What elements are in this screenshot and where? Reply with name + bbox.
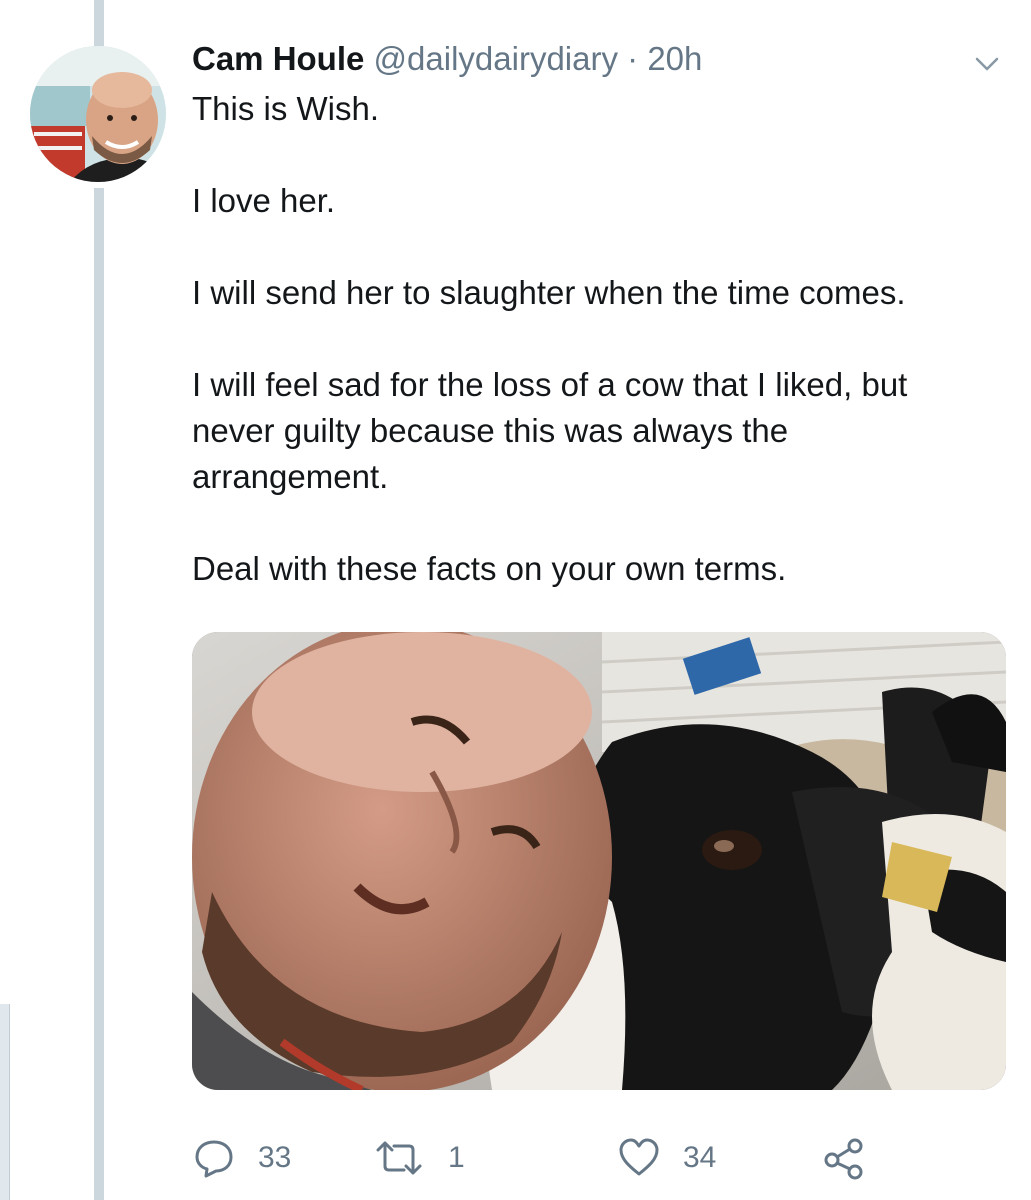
reply-button[interactable]: 33 — [192, 1136, 291, 1180]
tweet-actions: 33 1 34 — [192, 1136, 992, 1186]
avatar[interactable] — [30, 46, 166, 182]
tweet-paragraph: This is Wish. — [192, 90, 380, 127]
avatar-photo — [30, 46, 166, 182]
tweet-text: This is Wish. I love her. I will send he… — [192, 86, 992, 592]
like-count: 34 — [683, 1141, 717, 1174]
reply-count: 33 — [258, 1141, 292, 1174]
author-handle[interactable]: @dailydairydiary — [374, 40, 618, 77]
tweet-header: Cam Houle @dailydairydiary · 20h — [192, 40, 971, 78]
chevron-down-icon — [975, 57, 999, 71]
reply-icon — [195, 1140, 233, 1178]
tweet-paragraph: Deal with these facts on your own terms. — [192, 550, 787, 587]
tweet-paragraph: I will feel sad for the loss of a cow th… — [192, 366, 908, 495]
tweet-paragraph: I will send her to slaughter when the ti… — [192, 274, 906, 311]
scroll-edge — [0, 1004, 10, 1200]
more-options-button[interactable] — [971, 48, 1003, 80]
timestamp[interactable]: 20h — [647, 40, 702, 77]
share-button[interactable] — [822, 1136, 866, 1180]
retweet-count: 1 — [448, 1141, 465, 1174]
retweet-button[interactable]: 1 — [372, 1136, 465, 1180]
tweet-paragraph: I love her. — [192, 182, 336, 219]
share-icon — [824, 1138, 863, 1180]
thread-line-upper — [94, 0, 104, 46]
like-button[interactable]: 34 — [617, 1136, 716, 1180]
author-name[interactable]: Cam Houle — [192, 40, 364, 77]
separator-dot: · — [627, 40, 639, 77]
heart-icon — [619, 1138, 659, 1176]
retweet-icon — [376, 1141, 422, 1175]
photo-man-with-cow — [192, 632, 1006, 1090]
thread-line-lower — [94, 188, 104, 1200]
tweet-photo[interactable] — [192, 632, 1006, 1090]
